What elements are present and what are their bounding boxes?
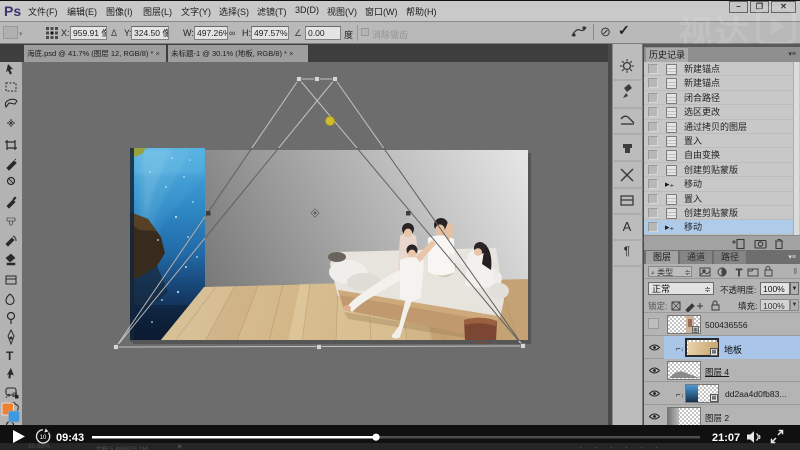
svg-text:T: T <box>6 349 14 363</box>
svg-text:09:43: 09:43 <box>56 432 84 444</box>
svg-text:¶: ¶ <box>624 244 630 258</box>
svg-text:21:07: 21:07 <box>712 432 740 444</box>
svg-text:T: T <box>736 268 742 278</box>
svg-text:10: 10 <box>40 435 47 441</box>
svg-text:A: A <box>623 219 632 234</box>
